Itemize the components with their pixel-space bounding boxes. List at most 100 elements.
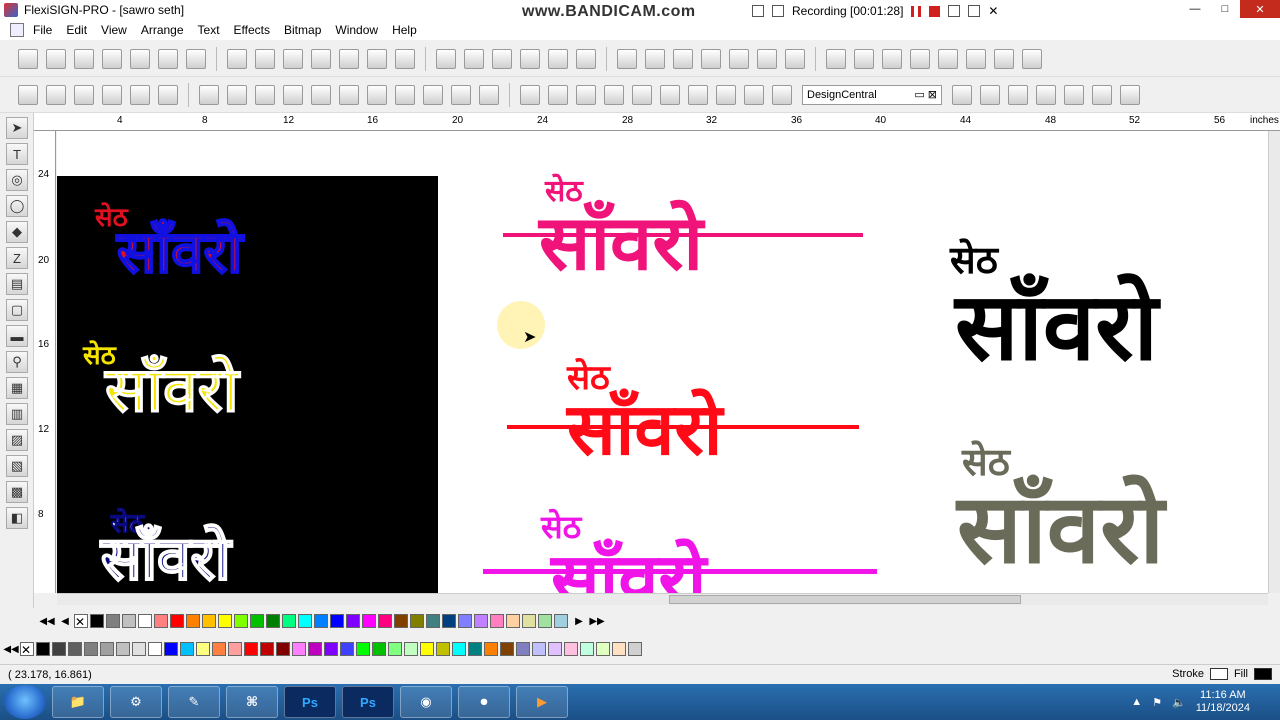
horizontal-scroll-thumb[interactable] bbox=[669, 595, 1021, 604]
omega-icon[interactable] bbox=[367, 84, 387, 105]
color-swatch[interactable] bbox=[356, 642, 370, 656]
color-swatch[interactable] bbox=[420, 642, 434, 656]
erase-tool-icon[interactable]: ▧ bbox=[6, 455, 28, 477]
color-swatch[interactable] bbox=[554, 614, 568, 628]
color-swatch[interactable] bbox=[164, 642, 178, 656]
color-swatch[interactable] bbox=[548, 642, 562, 656]
color-swatch[interactable] bbox=[490, 614, 504, 628]
vertical-text-icon[interactable] bbox=[479, 84, 499, 105]
menu-edit[interactable]: Edit bbox=[59, 23, 94, 37]
color-swatch[interactable] bbox=[474, 614, 488, 628]
redo-icon[interactable] bbox=[367, 48, 387, 69]
print-icon[interactable] bbox=[130, 48, 150, 69]
layer-icon[interactable] bbox=[882, 48, 902, 69]
cutter-icon[interactable] bbox=[492, 48, 512, 69]
maximize-button[interactable]: □ bbox=[1210, 0, 1240, 18]
bitmap-tool-icon[interactable]: ▥ bbox=[6, 403, 28, 425]
space-horizontal-icon[interactable] bbox=[1064, 84, 1084, 105]
text-align-left-icon[interactable] bbox=[199, 84, 219, 105]
menu-arrange[interactable]: Arrange bbox=[134, 23, 191, 37]
menu-window[interactable]: Window bbox=[328, 23, 385, 37]
color-swatch[interactable] bbox=[532, 642, 546, 656]
production-icon[interactable] bbox=[464, 48, 484, 69]
font-icon[interactable] bbox=[423, 84, 443, 105]
spellcheck-icon[interactable] bbox=[395, 84, 415, 105]
color-swatch[interactable] bbox=[330, 614, 344, 628]
text-justify-icon[interactable] bbox=[283, 84, 303, 105]
brush-icon[interactable] bbox=[632, 84, 652, 105]
artwork-sanwro-bright-red[interactable]: साँवरो bbox=[567, 393, 722, 465]
color-swatch[interactable] bbox=[100, 642, 114, 656]
system-clock[interactable]: 11:16 AM 11/18/2024 bbox=[1196, 689, 1250, 715]
undo-list-icon[interactable] bbox=[339, 48, 359, 69]
blend-tool-icon[interactable]: ▤ bbox=[6, 273, 28, 295]
palette2-first-icon[interactable]: ◀◀ bbox=[3, 642, 18, 656]
measure-tool-icon[interactable]: ▬ bbox=[6, 325, 28, 347]
color-swatch[interactable] bbox=[116, 642, 130, 656]
bucket-icon[interactable] bbox=[716, 84, 736, 105]
color-swatch[interactable] bbox=[564, 642, 578, 656]
color-swatch[interactable] bbox=[538, 614, 552, 628]
magic-wand-icon[interactable] bbox=[576, 84, 596, 105]
color-swatch[interactable] bbox=[228, 642, 242, 656]
color-swatch[interactable] bbox=[506, 614, 520, 628]
color-swatch[interactable] bbox=[426, 614, 440, 628]
color-swatch[interactable] bbox=[372, 642, 386, 656]
marquee-icon[interactable] bbox=[520, 84, 540, 105]
job-icon[interactable] bbox=[436, 48, 456, 69]
fill-swatch[interactable] bbox=[1254, 668, 1272, 680]
artwork-sanwro-red-blue[interactable]: साँवरो bbox=[116, 222, 243, 282]
color-swatch[interactable] bbox=[202, 614, 216, 628]
shape-tool-icon[interactable]: ◎ bbox=[6, 169, 28, 191]
contour-icon[interactable] bbox=[46, 84, 66, 105]
color-swatch[interactable] bbox=[522, 614, 536, 628]
document-icon[interactable] bbox=[10, 23, 24, 37]
artwork-sanwro-magenta[interactable]: साँवरो bbox=[551, 543, 706, 593]
color-swatch[interactable] bbox=[292, 642, 306, 656]
menu-view[interactable]: View bbox=[94, 23, 134, 37]
menu-help[interactable]: Help bbox=[385, 23, 424, 37]
taskbar-explorer-icon[interactable]: 📁 bbox=[52, 686, 104, 718]
taskbar-chrome-icon[interactable]: ◉ bbox=[400, 686, 452, 718]
recorder-stop-icon[interactable] bbox=[929, 5, 941, 17]
trim-icon[interactable] bbox=[1022, 48, 1042, 69]
color-swatch[interactable] bbox=[452, 642, 466, 656]
stroke-swatch[interactable] bbox=[1209, 668, 1228, 680]
menu-file[interactable]: File bbox=[26, 23, 59, 37]
blend-icon[interactable] bbox=[130, 84, 150, 105]
taskbar-bin-icon[interactable]: ⚙ bbox=[110, 686, 162, 718]
output-icon[interactable] bbox=[158, 48, 178, 69]
recorder-restore-icon[interactable] bbox=[772, 5, 784, 17]
text-align-right-icon[interactable] bbox=[255, 84, 275, 105]
design-central-window-icon[interactable]: ▭ ⊠ bbox=[914, 88, 937, 101]
color-swatch[interactable] bbox=[612, 642, 626, 656]
taskbar-flexisign-icon[interactable]: ✎ bbox=[168, 686, 220, 718]
color-swatch[interactable] bbox=[404, 642, 418, 656]
align-center-icon[interactable] bbox=[645, 48, 665, 69]
color-swatch[interactable] bbox=[122, 614, 136, 628]
artwork-sanwro-black[interactable]: साँवरो bbox=[955, 281, 1158, 375]
effect-tool-icon[interactable]: ◧ bbox=[6, 507, 28, 529]
smudge-tool-icon[interactable]: ▨ bbox=[6, 429, 28, 451]
transform-icon[interactable] bbox=[729, 48, 749, 69]
taskbar-photoshop2-icon[interactable]: Ps bbox=[342, 686, 394, 718]
taskbar-photoshop-icon[interactable]: Ps bbox=[284, 686, 336, 718]
color-swatch[interactable] bbox=[68, 642, 82, 656]
weld-icon[interactable] bbox=[994, 48, 1014, 69]
color-swatch[interactable] bbox=[196, 642, 210, 656]
save-as-icon[interactable] bbox=[102, 48, 122, 69]
pattern-icon[interactable] bbox=[966, 48, 986, 69]
design-canvas[interactable]: सेठ साँवरो सेठ साँवरो सेठ साँवरो सेठ साँ… bbox=[57, 131, 1268, 593]
square-tool-icon[interactable]: ▢ bbox=[6, 299, 28, 321]
color-swatch[interactable] bbox=[250, 614, 264, 628]
undo-icon[interactable] bbox=[311, 48, 331, 69]
palette-next-icon[interactable]: ▶ bbox=[572, 614, 586, 628]
pointer-options-icon[interactable] bbox=[757, 48, 777, 69]
recorder-pencil-icon[interactable] bbox=[968, 5, 981, 17]
text-tool-icon[interactable]: T bbox=[6, 143, 28, 165]
zoom-icon[interactable] bbox=[548, 48, 568, 69]
align-top-icon[interactable] bbox=[952, 84, 972, 105]
color-swatch[interactable] bbox=[388, 642, 402, 656]
airbrush-icon[interactable] bbox=[688, 84, 708, 105]
outline-icon[interactable] bbox=[74, 84, 94, 105]
